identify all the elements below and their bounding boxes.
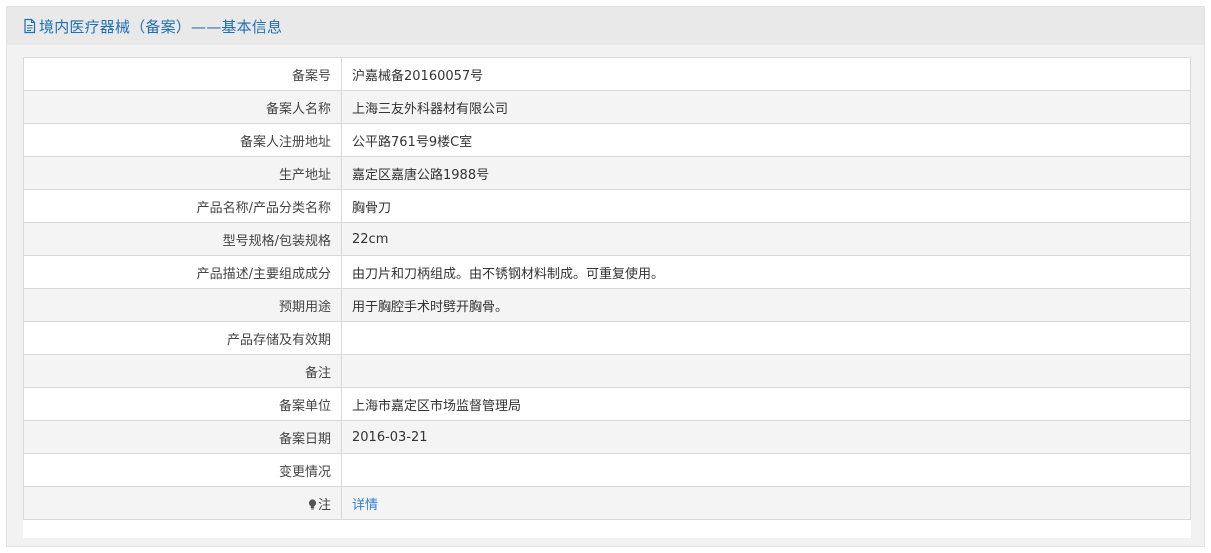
lightbulb-icon (308, 498, 317, 510)
table-row: 型号规格/包装规格 22cm (23, 222, 1191, 256)
row-label-registrant-name: 备案人名称 (23, 90, 342, 124)
table-row: 预期用途 用于胸腔手术时劈开胸骨。 (23, 288, 1191, 322)
table-row: 备案号 沪嘉械备20160057号 (23, 57, 1191, 91)
table-row: 生产地址 嘉定区嘉唐公路1988号 (23, 156, 1191, 190)
table-row: 备案人注册地址 公平路761号9楼C室 (23, 123, 1191, 157)
panel-header: 境内医疗器械（备案）——基本信息 (7, 7, 1204, 45)
row-value-note: 详情 (341, 486, 1191, 520)
table-row: 变更情况 (23, 453, 1191, 487)
row-value-product-description: 由刀片和刀柄组成。由不锈钢材料制成。可重复使用。 (341, 255, 1191, 289)
table-row: 备案日期 2016-03-21 (23, 420, 1191, 454)
row-value-intended-use: 用于胸腔手术时劈开胸骨。 (341, 288, 1191, 322)
row-value-remarks (341, 354, 1191, 388)
row-label-remarks: 备注 (23, 354, 342, 388)
table-row: 注 详情 (23, 486, 1191, 520)
row-label-registrant-address: 备案人注册地址 (23, 123, 342, 157)
row-label-storage-validity: 产品存储及有效期 (23, 321, 342, 355)
row-value-record-authority: 上海市嘉定区市场监督管理局 (341, 387, 1191, 421)
row-label-record-number: 备案号 (23, 57, 342, 91)
table-row: 备案人名称 上海三友外科器材有限公司 (23, 90, 1191, 124)
info-table-container: 备案号 沪嘉械备20160057号 备案人名称 上海三友外科器材有限公司 备案人… (23, 57, 1191, 538)
info-table: 备案号 沪嘉械备20160057号 备案人名称 上海三友外科器材有限公司 备案人… (23, 57, 1191, 520)
table-row: 产品描述/主要组成成分 由刀片和刀柄组成。由不锈钢材料制成。可重复使用。 (23, 255, 1191, 289)
row-label-intended-use: 预期用途 (23, 288, 342, 322)
row-value-product-name: 胸骨刀 (341, 189, 1191, 223)
row-value-model-spec: 22cm (341, 222, 1191, 256)
table-row: 产品存储及有效期 (23, 321, 1191, 355)
row-value-production-address: 嘉定区嘉唐公路1988号 (341, 156, 1191, 190)
details-link[interactable]: 详情 (352, 498, 378, 513)
table-row: 备注 (23, 354, 1191, 388)
table-row: 产品名称/产品分类名称 胸骨刀 (23, 189, 1191, 223)
row-label-production-address: 生产地址 (23, 156, 342, 190)
record-panel: 境内医疗器械（备案）——基本信息 备案号 沪嘉械备20160057号 备案人名称… (6, 6, 1205, 547)
row-value-record-number: 沪嘉械备20160057号 (341, 57, 1191, 91)
row-label-record-date: 备案日期 (23, 420, 342, 454)
row-label-change-status: 变更情况 (23, 453, 342, 487)
row-value-change-status (341, 453, 1191, 487)
row-label-note: 注 (23, 486, 342, 520)
row-value-registrant-name: 上海三友外科器材有限公司 (341, 90, 1191, 124)
row-label-product-description: 产品描述/主要组成成分 (23, 255, 342, 289)
table-row: 备案单位 上海市嘉定区市场监督管理局 (23, 387, 1191, 421)
row-label-model-spec: 型号规格/包装规格 (23, 222, 342, 256)
row-label-product-name: 产品名称/产品分类名称 (23, 189, 342, 223)
row-value-record-date: 2016-03-21 (341, 420, 1191, 454)
document-icon (23, 18, 37, 34)
row-label-record-authority: 备案单位 (23, 387, 342, 421)
page-title: 境内医疗器械（备案）——基本信息 (39, 17, 283, 36)
note-label: 注 (317, 497, 331, 513)
row-value-registrant-address: 公平路761号9楼C室 (341, 123, 1191, 157)
row-value-storage-validity (341, 321, 1191, 355)
